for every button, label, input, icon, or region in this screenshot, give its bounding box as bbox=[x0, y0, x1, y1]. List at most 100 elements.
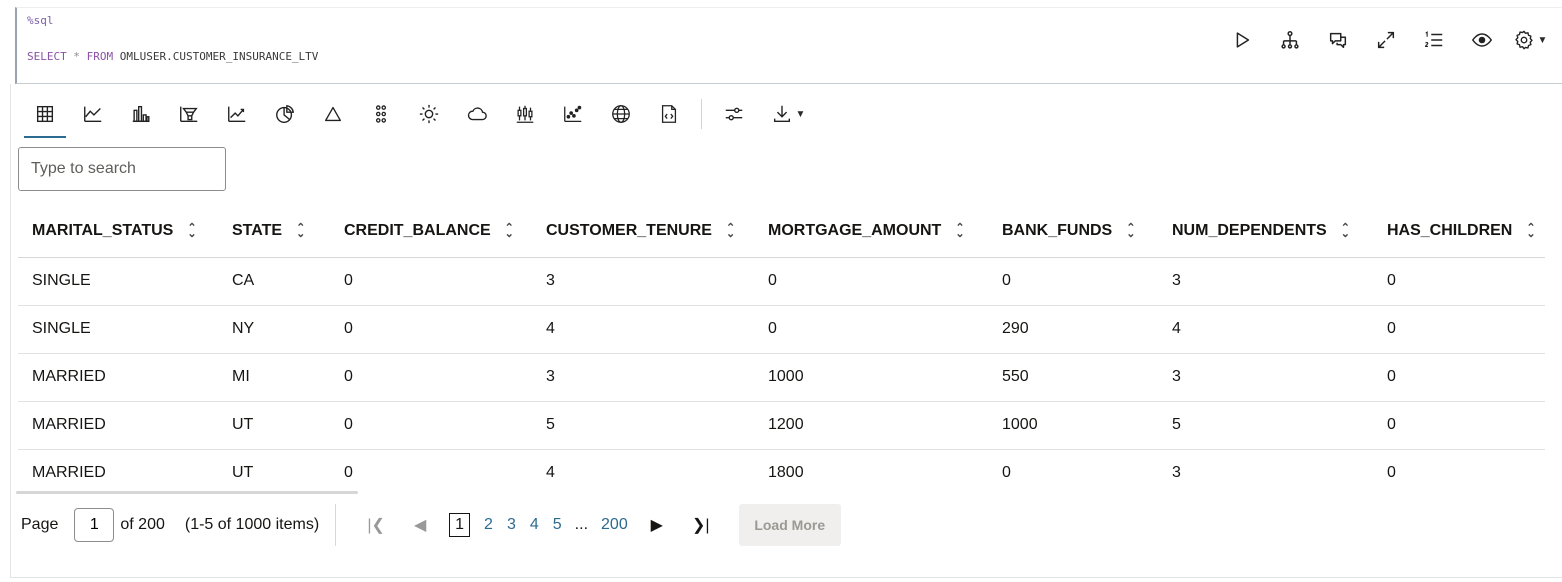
trend-chart-button[interactable] bbox=[213, 90, 261, 138]
sort-icon[interactable]: ⌃ ⌄ bbox=[1341, 222, 1350, 239]
boxplot-button[interactable] bbox=[501, 90, 549, 138]
code-line-1: %sql bbox=[27, 14, 54, 27]
page-link-3[interactable]: 3 bbox=[507, 516, 516, 534]
settings-button[interactable]: ▼ bbox=[1506, 20, 1554, 60]
table-cell: MI bbox=[218, 353, 330, 402]
expand-button[interactable] bbox=[1362, 20, 1410, 60]
sliders-icon bbox=[725, 107, 743, 121]
column-header[interactable]: BANK_FUNDS ⌃ ⌄ bbox=[988, 205, 1158, 258]
search-input[interactable] bbox=[18, 147, 226, 191]
table-cell: 3 bbox=[1158, 257, 1373, 306]
table-cell: 0 bbox=[330, 305, 532, 354]
horizontal-scrollbar[interactable] bbox=[16, 491, 358, 494]
column-header[interactable]: CUSTOMER_TENURE ⌃ ⌄ bbox=[532, 205, 754, 258]
table-cell: 550 bbox=[988, 353, 1158, 402]
sort-icon[interactable]: ⌃ ⌄ bbox=[1526, 222, 1535, 239]
dots-grid-button[interactable] bbox=[357, 90, 405, 138]
table-cell: 1000 bbox=[754, 353, 988, 402]
table-cell: 0 bbox=[1373, 257, 1545, 306]
column-header[interactable]: STATE ⌃ ⌄ bbox=[218, 205, 330, 258]
table-row: SINGLE NY 0 4 0 290 4 0 bbox=[18, 305, 1545, 354]
table-header-row: MARITAL_STATUS ⌃ ⌄ STATE ⌃ ⌄ CREDIT_BALANCE ⌃… bbox=[18, 205, 1545, 258]
table-cell: UT bbox=[218, 401, 330, 450]
run-icon bbox=[1236, 32, 1250, 48]
page-total-label: of 200 bbox=[120, 516, 165, 533]
sunburst-icon bbox=[419, 104, 439, 124]
table-cell: UT bbox=[232, 464, 254, 482]
sort-icon[interactable]: ⌃ ⌄ bbox=[505, 222, 514, 239]
table-cell: 4 bbox=[1158, 305, 1373, 354]
previous-page-button[interactable]: ◀ bbox=[398, 515, 442, 535]
next-page-icon: ▶ bbox=[650, 517, 663, 534]
last-page-icon: ❯| bbox=[691, 517, 710, 534]
sort-icon[interactable]: ⌃ ⌄ bbox=[726, 222, 735, 239]
dependency-tree-button[interactable] bbox=[1266, 20, 1314, 60]
page-link-2[interactable]: 2 bbox=[484, 516, 493, 534]
code-file-button[interactable] bbox=[645, 90, 693, 138]
word-cloud-button[interactable] bbox=[453, 90, 501, 138]
column-header[interactable]: MARITAL_STATUS ⌃ ⌄ bbox=[18, 205, 218, 258]
page-label: Page bbox=[21, 516, 59, 533]
next-page-button[interactable]: ▶ bbox=[635, 515, 679, 535]
table-cell: CA bbox=[218, 257, 330, 306]
line-chart-button[interactable] bbox=[69, 90, 117, 138]
page-link-4[interactable]: 4 bbox=[530, 516, 539, 534]
table-cell: 0 bbox=[1002, 464, 1011, 482]
results-table: MARITAL_STATUS ⌃ ⌄ STATE ⌃ ⌄ CREDIT_BALANCE ⌃… bbox=[18, 205, 1545, 497]
table-reference: OMLUSER.CUSTOMER_INSURANCE_LTV bbox=[119, 50, 319, 63]
page-link-5[interactable]: 5 bbox=[553, 516, 562, 534]
table-cell: 0 bbox=[1373, 401, 1545, 450]
load-more-button[interactable]: Load More bbox=[738, 504, 841, 546]
pie-chart-button[interactable] bbox=[261, 90, 309, 138]
table-row: SINGLE CA 0 3 0 0 3 0 bbox=[18, 257, 1545, 306]
pyramid-chart-button[interactable] bbox=[309, 90, 357, 138]
table-cell: MARRIED bbox=[32, 464, 106, 482]
column-header[interactable]: HAS_CHILDREN ⌃ ⌄ bbox=[1373, 205, 1545, 258]
table-cell: 0 bbox=[344, 464, 353, 482]
funnel-chart-icon bbox=[180, 106, 198, 123]
download-button[interactable]: ▼ bbox=[758, 90, 818, 138]
pyramid-chart-icon bbox=[324, 106, 342, 122]
bar-chart-button[interactable] bbox=[117, 90, 165, 138]
keyword-from: FROM bbox=[86, 50, 114, 63]
table-cell: MARRIED bbox=[18, 353, 218, 402]
sort-icon[interactable]: ⌃ ⌄ bbox=[1126, 222, 1135, 239]
scatter-plot-button[interactable] bbox=[549, 90, 597, 138]
map-button[interactable] bbox=[597, 90, 645, 138]
sql-code-editor[interactable]: %sql SELECT * FROM OMLUSER.CUSTOMER_INSU… bbox=[15, 7, 1562, 84]
settings-sliders-button[interactable] bbox=[710, 90, 758, 138]
first-page-icon: |❮ bbox=[367, 517, 385, 534]
star-operator: * bbox=[73, 50, 80, 63]
page-link-1[interactable]: 1 bbox=[449, 513, 471, 537]
column-header[interactable]: MORTGAGE_AMOUNT ⌃ ⌄ bbox=[754, 205, 988, 258]
table-cell: 5 bbox=[1158, 401, 1373, 450]
code-file-icon bbox=[661, 105, 677, 123]
sort-icon[interactable]: ⌃ ⌄ bbox=[955, 222, 964, 239]
sort-icon[interactable]: ⌃ ⌄ bbox=[296, 222, 305, 239]
line-numbers-button[interactable] bbox=[1410, 20, 1458, 60]
download-icon bbox=[773, 105, 790, 123]
first-page-button[interactable]: |❮ bbox=[354, 515, 398, 535]
table-cell: 4 bbox=[532, 305, 754, 354]
visibility-icon bbox=[1471, 33, 1493, 47]
visualization-toolbar: ▼ bbox=[21, 90, 818, 138]
sunburst-button[interactable] bbox=[405, 90, 453, 138]
comments-button[interactable] bbox=[1314, 20, 1362, 60]
page-number-input[interactable] bbox=[74, 508, 115, 542]
funnel-chart-button[interactable] bbox=[165, 90, 213, 138]
last-page-button[interactable]: ❯| bbox=[679, 515, 723, 535]
run-button[interactable] bbox=[1218, 20, 1266, 60]
visibility-button[interactable] bbox=[1458, 20, 1506, 60]
table-cell: 0 bbox=[330, 257, 532, 306]
dots-grid-icon bbox=[375, 105, 387, 123]
column-header[interactable]: NUM_DEPENDENTS ⌃ ⌄ bbox=[1158, 205, 1373, 258]
table-cell: 0 bbox=[754, 305, 988, 354]
table-view-button[interactable] bbox=[21, 90, 69, 138]
column-header[interactable]: CREDIT_BALANCE ⌃ ⌄ bbox=[330, 205, 532, 258]
table-icon bbox=[36, 105, 54, 123]
table-row: MARRIED UT 0 5 1200 1000 5 0 bbox=[18, 401, 1545, 450]
sort-icon[interactable]: ⌃ ⌄ bbox=[187, 222, 196, 239]
table-cell: 0 bbox=[330, 401, 532, 450]
page-link-last[interactable]: 200 bbox=[601, 516, 628, 534]
table-cell: 0 bbox=[754, 257, 988, 306]
